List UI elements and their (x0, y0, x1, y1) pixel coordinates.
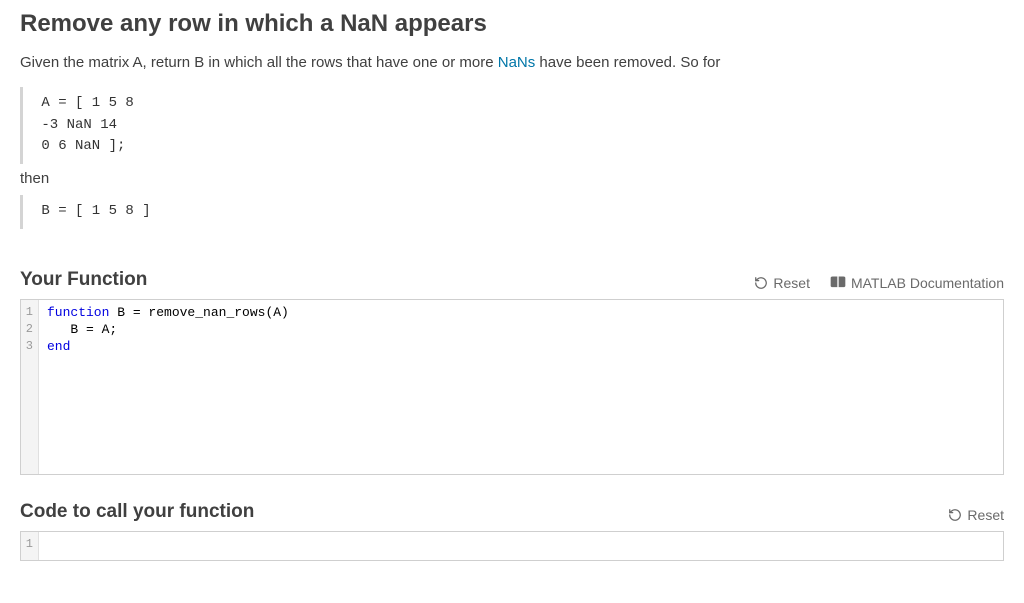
problem-description: Given the matrix A, return B in which al… (20, 52, 1004, 73)
desc-text-after: have been removed. So for (535, 54, 720, 71)
code-line[interactable] (47, 536, 995, 553)
your-function-heading: Your Function (20, 269, 147, 291)
matlab-doc-link[interactable]: MATLAB Documentation (830, 275, 1004, 291)
reset-icon (948, 508, 962, 522)
reset-label: Reset (773, 275, 810, 291)
desc-text-before: Given the matrix A, return B in which al… (20, 54, 498, 71)
code-line[interactable]: function B = remove_nan_rows(A) (47, 304, 995, 321)
line-number: 2 (25, 321, 33, 338)
function-editor[interactable]: 123 function B = remove_nan_rows(A) B = … (20, 299, 1004, 475)
matlab-doc-label: MATLAB Documentation (851, 275, 1004, 291)
call-reset-label: Reset (967, 507, 1004, 523)
function-editor-gutter: 123 (21, 300, 39, 474)
book-icon (830, 276, 846, 289)
call-editor-gutter: 1 (21, 532, 39, 560)
line-number: 1 (25, 304, 33, 321)
function-editor-code[interactable]: function B = remove_nan_rows(A) B = A;en… (39, 300, 1003, 474)
page-title: Remove any row in which a NaN appears (20, 4, 1004, 38)
call-reset-button[interactable]: Reset (948, 507, 1004, 523)
code-line[interactable]: end (47, 338, 995, 355)
example-output-code: B = [ 1 5 8 ] (20, 195, 1004, 229)
call-editor[interactable]: 1 (20, 531, 1004, 561)
example-input-code: A = [ 1 5 8 -3 NaN 14 0 6 NaN ]; (20, 87, 1004, 164)
reset-icon (754, 276, 768, 290)
call-function-heading: Code to call your function (20, 501, 254, 523)
reset-button[interactable]: Reset (754, 275, 810, 291)
then-text: then (20, 170, 1004, 187)
nan-link[interactable]: NaNs (498, 54, 536, 71)
call-editor-code[interactable] (39, 532, 1003, 560)
code-line[interactable]: B = A; (47, 321, 995, 338)
line-number: 3 (25, 338, 33, 355)
line-number: 1 (25, 536, 33, 553)
